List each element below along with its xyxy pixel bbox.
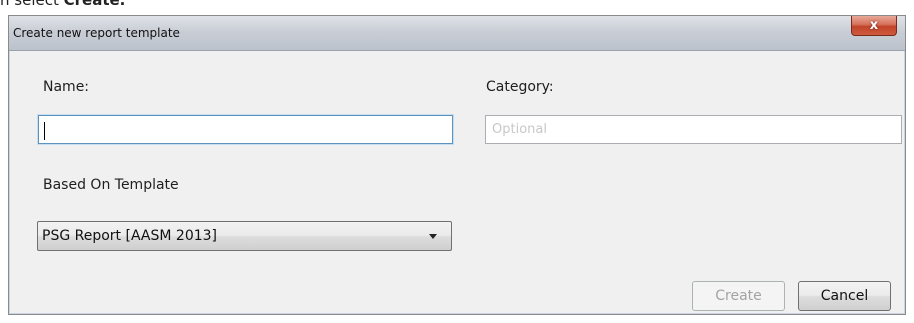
cancel-button-label: Cancel <box>820 288 869 304</box>
document-text-fragment: n select Create. <box>0 0 125 9</box>
based-on-template-label: Based On Template <box>43 177 179 193</box>
create-report-template-dialog: Create new report template x Name: Categ… <box>8 15 906 315</box>
create-button-label: Create <box>715 288 762 304</box>
chevron-down-icon <box>429 234 437 239</box>
template-select-value: PSG Report [AASM 2013] <box>42 228 217 244</box>
name-label: Name: <box>43 79 90 95</box>
category-input[interactable] <box>485 115 902 144</box>
dialog-titlebar: Create new report template x <box>9 16 905 51</box>
category-label: Category: <box>486 79 554 95</box>
close-icon: x <box>869 18 879 33</box>
template-select[interactable]: PSG Report [AASM 2013] <box>37 221 452 251</box>
text-caret <box>44 122 45 140</box>
dialog-title: Create new report template <box>13 26 180 40</box>
document-text-prefix: n select <box>0 0 64 9</box>
cancel-button[interactable]: Cancel <box>798 281 891 311</box>
create-button[interactable]: Create <box>692 281 785 311</box>
screenshot-stage: n select Create. Create new report templ… <box>0 0 914 323</box>
close-button[interactable]: x <box>851 16 897 36</box>
document-text-bold: Create. <box>63 0 126 9</box>
name-input[interactable] <box>38 115 453 144</box>
